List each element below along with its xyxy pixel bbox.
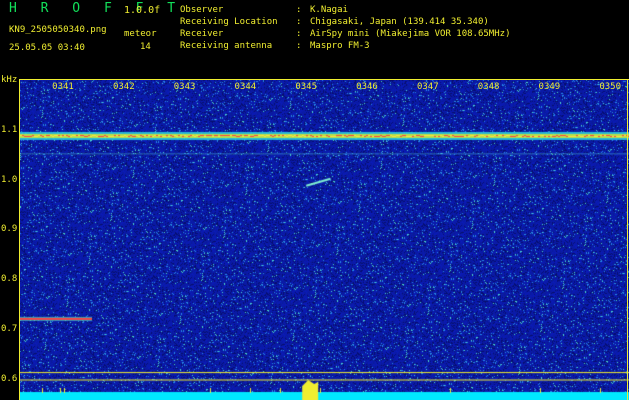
meteor-count: 14 [140,42,151,52]
location-row: Receiving Location: Chigasaki, Japan (139… [180,16,510,28]
info-label: Receiver [180,29,224,39]
info-value: Chigasaki, Japan (139.414 35.340) [310,17,489,27]
datetime-label: 25.05.05 03:40 [9,43,85,53]
version-label: 1.0.0f [124,5,161,16]
y-axis-unit: kHz [1,75,18,85]
info-value: K.Nagai [310,5,348,15]
frame-top [20,79,629,80]
frame-right [627,79,628,400]
x-tick-label: 0342 [112,82,135,92]
info-separator: : [296,17,302,27]
observer-row: Observer: K.Nagai [180,4,510,16]
y-tick-label: 1.1 [1,125,18,135]
meteor-label: meteor [124,29,157,39]
x-tick-label: 0348 [477,82,500,92]
x-tick-label: 0347 [416,82,439,92]
info-separator: : [296,5,302,15]
x-tick-label: 0346 [356,82,378,92]
x-tick-label: 0349 [538,82,561,92]
x-tick-label: 0350 [599,82,622,92]
spectrogram-canvas [20,80,629,400]
info-separator: : [296,41,302,51]
y-tick-label: 0.7 [1,323,18,334]
y-tick-label: 0.8 [1,274,18,285]
x-tick-label: 0343 [173,82,196,92]
info-separator: : [296,29,302,39]
y-tick-label: 0.6 [1,373,18,384]
info-value: AirSpy mini (Miakejima VOR 108.65MHz) [310,29,511,39]
station-info: Observer: K.Nagai Receiving Location: Chig… [180,4,510,52]
x-tick-label: 0345 [295,82,318,92]
info-label: Receiving Location [180,17,278,27]
info-label: Observer [180,5,224,15]
x-tick-label: 0344 [234,82,257,92]
x-tick-label: 0341 [52,82,74,92]
frame-left [19,79,20,400]
y-tick-label: 0.9 [1,224,18,235]
antenna-row: Receiving antenna: Maspro FM-3 [180,40,510,52]
receiver-row: Receiver: AirSpy mini (Miakejima VOR 108.… [180,28,510,40]
y-tick-label: 1.0 [1,174,18,185]
info-value: Maspro FM-3 [310,41,370,51]
info-label: Receiving antenna [180,41,273,51]
filename-label: KN9_2505050340.png [9,25,107,35]
